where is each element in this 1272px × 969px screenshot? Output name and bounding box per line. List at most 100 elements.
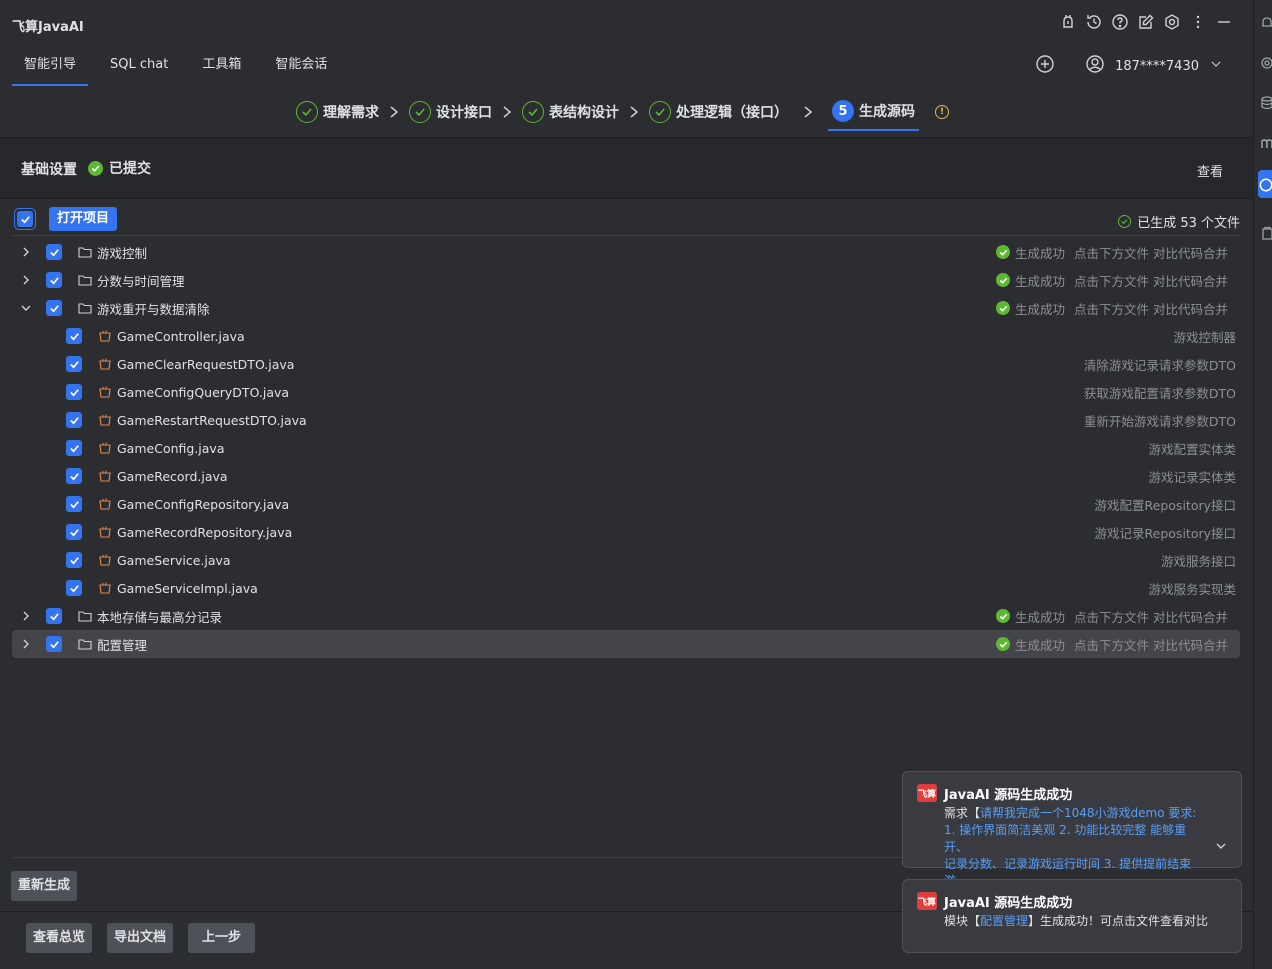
row-checkbox[interactable] <box>66 524 82 540</box>
file-name: GameServiceImpl.java <box>117 580 258 596</box>
folder-icon <box>78 274 92 286</box>
requirement-link-line[interactable]: 1. 操作界面简洁美观 2. 功能比较完整 能够重开、 <box>944 823 1186 854</box>
regenerate-button[interactable]: 重新生成 <box>11 871 78 901</box>
file-description: 清除游戏记录请求参数DTO <box>1083 357 1236 373</box>
tree-file-row[interactable]: GameRecordRepository.java 游戏记录Repository接… <box>12 518 1240 546</box>
tab-smart-guide[interactable]: 智能引导 <box>12 50 89 86</box>
file-tree: 游戏控制 生成成功 点击下方文件 对比代码合并 分数与时间管理 生成成功 点击下… <box>12 238 1240 658</box>
status-success: 生成成功 <box>1015 609 1066 625</box>
chevron-right-icon[interactable] <box>20 610 32 622</box>
tab-toolbox[interactable]: 工具箱 <box>190 50 253 84</box>
tree-folder-row[interactable]: 分数与时间管理 生成成功 点击下方文件 对比代码合并 <box>12 266 1240 294</box>
tree-folder-row-selected[interactable]: 配置管理 生成成功 点击下方文件 对比代码合并 <box>12 630 1240 658</box>
row-checkbox[interactable] <box>46 272 62 288</box>
info-warning-icon[interactable]: ! <box>935 105 949 119</box>
tree-file-row[interactable]: GameConfigRepository.java 游戏配置Repository接… <box>12 490 1240 518</box>
row-checkbox[interactable] <box>66 412 82 428</box>
tree-folder-row[interactable]: 本地存储与最高分记录 生成成功 点击下方文件 对比代码合并 <box>12 602 1240 630</box>
file-name: GameRecord.java <box>117 468 228 484</box>
row-checkbox[interactable] <box>66 468 82 484</box>
tree-file-row[interactable]: GameService.java 游戏服务接口 <box>12 546 1240 574</box>
tree-file-row[interactable]: GameRestartRequestDTO.java 重新开始游戏请求参数DTO <box>12 406 1240 434</box>
notification-title: JavaAI 源码生成成功 <box>944 896 1073 911</box>
ai-assistant-icon[interactable] <box>1260 56 1272 70</box>
minimize-icon[interactable] <box>1215 13 1233 31</box>
chevron-right-icon[interactable] <box>20 246 32 258</box>
step-label: 生成源码 <box>859 104 915 120</box>
folder-icon <box>78 610 92 622</box>
add-circle-icon[interactable] <box>1035 54 1055 78</box>
user-avatar-icon[interactable] <box>1085 54 1105 78</box>
notification-title: JavaAI 源码生成成功 <box>944 788 1073 803</box>
history-icon[interactable] <box>1085 13 1103 31</box>
tree-file-row[interactable]: GameController.java 游戏控制器 <box>12 322 1240 350</box>
folder-icon <box>78 246 92 258</box>
row-status: 生成成功 点击下方文件 对比代码合并 <box>996 271 1228 290</box>
success-icon <box>996 637 1010 651</box>
step-design-interface[interactable]: 设计接口 <box>409 94 492 130</box>
tree-folder-row[interactable]: 游戏重开与数据清除 生成成功 点击下方文件 对比代码合并 <box>12 294 1240 322</box>
row-checkbox[interactable] <box>46 300 62 316</box>
export-doc-button[interactable]: 导出文档 <box>107 923 174 953</box>
row-checkbox[interactable] <box>66 440 82 456</box>
edit-icon[interactable] <box>1137 13 1155 31</box>
status-success: 生成成功 <box>1015 273 1066 289</box>
tab-smart-chat[interactable]: 智能会话 <box>263 50 339 84</box>
chevron-right-icon[interactable] <box>20 274 32 286</box>
maven-icon[interactable] <box>1260 136 1272 150</box>
chevron-down-icon[interactable] <box>1209 57 1223 75</box>
step-logic[interactable]: 处理逻辑（接口） <box>649 94 788 130</box>
row-checkbox[interactable] <box>66 328 82 344</box>
chevron-right-icon[interactable] <box>20 638 32 650</box>
tree-folder-row[interactable]: 游戏控制 生成成功 点击下方文件 对比代码合并 <box>12 238 1240 266</box>
clipboard-icon[interactable] <box>1260 226 1272 240</box>
row-checkbox[interactable] <box>66 580 82 596</box>
file-description: 游戏记录实体类 <box>1148 469 1236 485</box>
chevron-down-icon[interactable] <box>20 302 32 314</box>
folder-name: 配置管理 <box>97 637 148 653</box>
module-link[interactable]: 配置管理 <box>980 914 1028 928</box>
tree-file-row[interactable]: GameClearRequestDTO.java 清除游戏记录请求参数DTO <box>12 350 1240 378</box>
select-all-checkbox[interactable] <box>14 208 36 230</box>
check-circle-icon <box>409 101 431 123</box>
step-label: 处理逻辑（接口） <box>676 105 788 121</box>
database-icon[interactable] <box>1260 96 1272 110</box>
tab-sql-chat[interactable]: SQL chat <box>98 50 180 84</box>
chevron-down-icon[interactable] <box>1215 840 1227 852</box>
view-overview-button[interactable]: 查看总览 <box>26 923 93 953</box>
row-checkbox[interactable] <box>46 608 62 624</box>
more-vertical-icon[interactable] <box>1189 13 1207 31</box>
generated-total-label: 已生成 53 个文件 <box>1137 216 1240 231</box>
row-checkbox[interactable] <box>46 244 62 260</box>
step-table-design[interactable]: 表结构设计 <box>522 94 619 130</box>
row-checkbox[interactable] <box>46 636 62 652</box>
tree-file-row[interactable]: GameServiceImpl.java 游戏服务实现类 <box>12 574 1240 602</box>
view-button[interactable]: 查看 <box>1197 161 1223 180</box>
tree-file-row[interactable]: GameConfigQueryDTO.java 获取游戏配置请求参数DTO <box>12 378 1240 406</box>
step-label: 理解需求 <box>323 105 379 121</box>
gear-icon[interactable] <box>1163 13 1181 31</box>
help-icon[interactable] <box>1111 13 1129 31</box>
plugin-icon[interactable] <box>1059 13 1077 31</box>
file-name: GameController.java <box>117 328 245 344</box>
notification-bell-icon[interactable] <box>1260 16 1272 30</box>
row-checkbox[interactable] <box>66 356 82 372</box>
status-hint: 点击下方文件 对比代码合并 <box>1074 637 1228 653</box>
user-id[interactable]: 187****7430 <box>1115 59 1199 74</box>
open-project-button[interactable]: 打开项目 <box>49 207 118 231</box>
file-list: GameController.java 游戏控制器 GameClearRequest… <box>12 322 1240 602</box>
previous-step-button[interactable]: 上一步 <box>188 923 256 953</box>
row-checkbox[interactable] <box>66 496 82 512</box>
step-generate-source[interactable]: 5 生成源码 <box>828 93 919 131</box>
notification-requirement[interactable]: 飞算 JavaAI 源码生成成功 需求【请帮我完成一个1048小游戏demo 要… <box>902 771 1242 888</box>
feisuan-plugin-icon[interactable] <box>1258 170 1272 198</box>
notification-module[interactable]: 飞算 JavaAI 源码生成成功 模块【配置管理】生成成功！可点击文件查看对比 <box>902 879 1242 953</box>
step-understand-requirement[interactable]: 理解需求 <box>296 94 379 130</box>
status-hint: 点击下方文件 对比代码合并 <box>1074 301 1228 317</box>
tree-file-row[interactable]: GameRecord.java 游戏记录实体类 <box>12 462 1240 490</box>
row-checkbox[interactable] <box>66 384 82 400</box>
notification-suffix: 】生成成功！可点击文件查看对比 <box>1028 914 1209 928</box>
row-checkbox[interactable] <box>66 552 82 568</box>
tree-file-row[interactable]: GameConfig.java 游戏配置实体类 <box>12 434 1240 462</box>
requirement-link-line[interactable]: 请帮我完成一个1048小游戏demo 要求: <box>980 806 1196 820</box>
